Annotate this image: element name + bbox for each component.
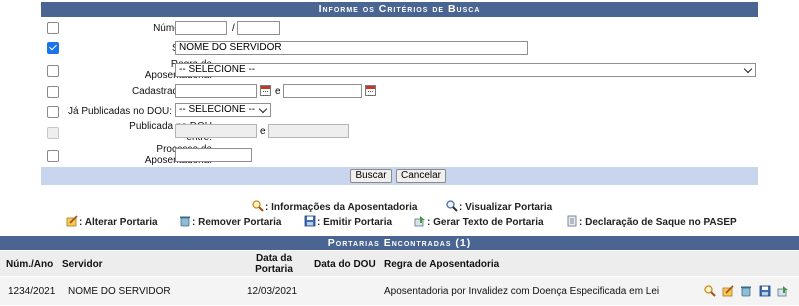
magnifier-icon[interactable] [704,285,716,297]
results-title: Portarias Encontradas (1) [0,236,799,250]
legend-colon: : [459,202,463,213]
legend-remove: : Remover Portaria [192,217,282,229]
col-data-portaria-line1: Data da [255,253,293,264]
col-regra: Regra de Aposentadoria [384,259,500,270]
save-icon[interactable] [759,285,771,297]
legend-view-text: Visualizar Portaria [465,202,553,213]
calendar-icon[interactable] [260,85,271,96]
col-data-dou: Data do DOU [314,259,376,270]
regra-select-value: -- SELECIONE -- [179,64,256,75]
legend-view: : Visualizar Portaria [459,202,552,214]
publicada-from-input[interactable] [175,124,257,138]
publicada-entre-checkbox[interactable] [47,127,59,139]
legend-edit-text: Alterar Portaria [84,217,158,228]
trash-icon[interactable] [740,285,752,297]
ano-input[interactable] [237,21,280,35]
legend-pasep-text: Declaração de Saque no PASEP [585,217,737,228]
search-button[interactable]: Buscar [350,169,392,183]
legend-pasep: : Declaração de Saque no PASEP [579,217,737,229]
legend-colon: : [265,202,269,213]
legend-remove-text: Remover Portaria [198,217,282,228]
publicadas-select-value: -- SELECIONE -- [179,104,256,115]
col-data-portaria: Data da Portaria [253,253,295,275]
servidor-input[interactable] [175,41,528,55]
document-icon [567,215,577,227]
magnifier-icon [252,200,264,212]
text-generate-icon[interactable] [777,285,789,297]
legend-emit-text: Emitir Portaria [323,217,393,228]
search-panel-footer: Buscar Cancelar [41,167,758,185]
numero-ano-checkbox[interactable] [47,22,59,34]
numero-input[interactable] [175,21,227,35]
cadastrada-separator: e [275,86,281,97]
legend-text: : Gerar Texto de Portaria [427,217,544,229]
publicadas-label: Já Publicadas no DOU: [68,106,172,117]
trash-icon [180,216,190,227]
legend-text-text: Gerar Texto de Portaria [433,217,544,228]
col-servidor: Servidor [62,259,103,270]
pencil-page-icon [66,215,78,227]
publicadas-select[interactable]: -- SELECIONE -- [175,103,271,117]
row-data-portaria: 12/03/2021 [247,286,298,297]
calendar-icon[interactable] [365,85,376,96]
regra-select[interactable]: -- SELECIONE -- [175,63,756,77]
cancel-button[interactable]: Cancelar [396,169,446,183]
cadastrada-from-input[interactable] [175,84,257,98]
search-panel-title: Informe os Critérios de Busca [41,2,758,17]
magnifier-page-icon [446,200,458,212]
col-data-portaria-line2: Portaria [255,264,293,275]
legend-info-text: Informações da Aposentadoria [271,202,418,213]
legend-edit: : Alterar Portaria [79,217,158,229]
processo-checkbox[interactable] [47,150,59,162]
publicadas-checkbox[interactable] [47,106,59,118]
cadastrada-checkbox[interactable] [47,86,59,98]
legend-colon: : [427,217,431,228]
text-generate-icon [414,216,425,227]
pencil-page-icon[interactable] [722,285,734,297]
numero-ano-separator: / [232,23,235,34]
legend-emit: : Emitir Portaria [317,217,392,229]
save-icon [304,215,316,227]
row-num-ano: 1234/2021 [8,286,56,297]
chevron-down-icon [743,64,753,74]
legend-info: : Informações da Aposentadoria [265,202,417,214]
publicada-separator: e [260,126,266,137]
search-panel: Informe os Critérios de Busca Número/Ano… [41,2,758,186]
publicada-to-input[interactable] [268,124,349,138]
processo-input[interactable] [175,148,252,162]
cadastrada-to-input[interactable] [283,84,362,98]
col-num-ano: Núm./Ano [6,259,54,270]
legend-colon: : [317,217,321,228]
row-servidor: NOME DO SERVIDOR [68,286,171,297]
chevron-down-icon [258,104,268,114]
legend-colon: : [579,217,583,228]
row-regra: Aposentadoria por Invalidez com Doença E… [384,286,660,297]
legend-colon: : [192,217,196,228]
legend-colon: : [79,217,83,228]
servidor-checkbox[interactable] [47,42,59,54]
regra-checkbox[interactable] [47,65,59,77]
